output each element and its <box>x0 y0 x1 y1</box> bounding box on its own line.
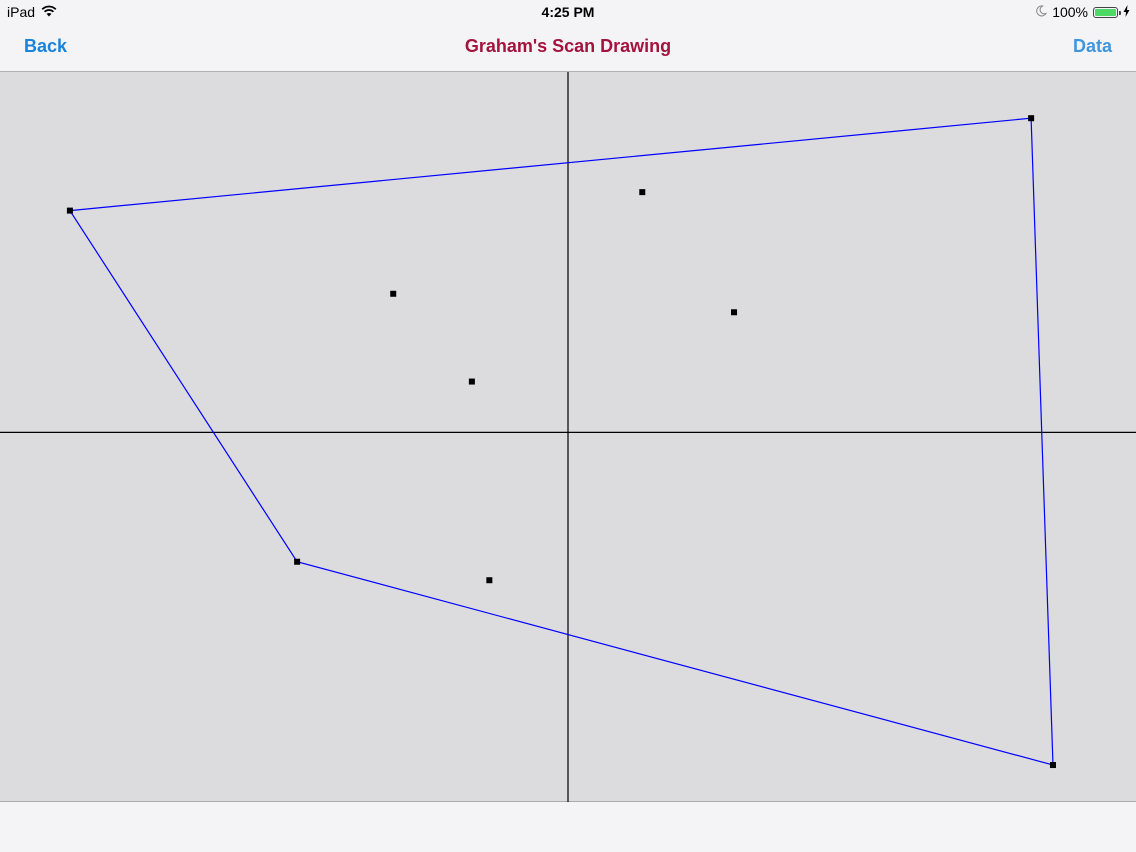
page-title: Graham's Scan Drawing <box>464 36 672 56</box>
data-point-3 <box>1049 762 1056 769</box>
battery-percent: 100% <box>1052 4 1088 20</box>
charging-bolt-icon <box>1123 4 1130 20</box>
status-bar: iPad 4:25 PM 100% <box>0 0 1136 24</box>
drawing-canvas[interactable] <box>0 72 1136 802</box>
data-point-2 <box>1028 115 1035 122</box>
data-button[interactable]: Data <box>1073 36 1112 57</box>
convex-hull-outline <box>68 117 1054 766</box>
status-time: 4:25 PM <box>541 4 595 20</box>
moon-icon <box>1035 4 1048 20</box>
battery-icon <box>1093 6 1121 18</box>
data-point-5 <box>639 189 646 196</box>
status-right: 100% <box>1035 4 1130 20</box>
data-point-4 <box>294 558 301 565</box>
data-point-7 <box>731 309 738 316</box>
navigation-bar: Back Graham's Scan Drawing Data <box>0 24 1136 72</box>
data-point-8 <box>468 378 475 385</box>
data-point-9 <box>486 577 493 584</box>
data-point-1 <box>66 207 73 214</box>
data-point-6 <box>390 290 397 297</box>
scan-plot <box>0 72 1136 802</box>
